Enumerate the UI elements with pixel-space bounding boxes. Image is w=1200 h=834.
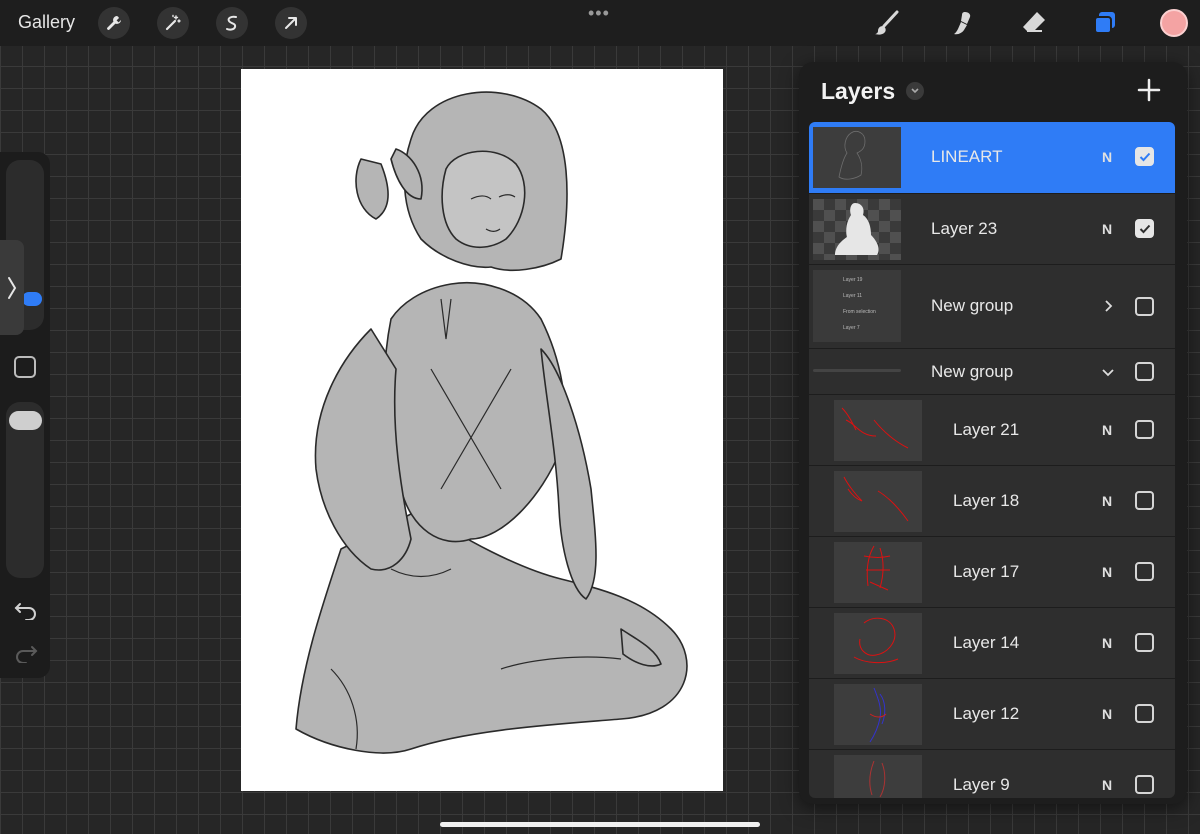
eraser-icon[interactable]	[1016, 6, 1050, 40]
layer-row-21[interactable]: Layer 21 N	[809, 395, 1175, 465]
layers-icon[interactable]	[1088, 6, 1122, 40]
visibility-checkbox[interactable]	[1135, 147, 1154, 166]
chevron-right-icon	[8, 276, 17, 299]
layer-row-lineart[interactable]: LINEART N	[809, 122, 1175, 193]
layer-name: Layer 18	[953, 491, 1020, 510]
visibility-checkbox[interactable]	[1135, 562, 1154, 581]
layer-thumbnail	[834, 542, 922, 603]
visibility-checkbox[interactable]	[1135, 704, 1154, 723]
plus-icon	[1137, 78, 1161, 102]
chevron-right-icon[interactable]	[1101, 299, 1115, 313]
blend-mode-button[interactable]: N	[1102, 635, 1112, 651]
visibility-checkbox[interactable]	[1135, 420, 1154, 439]
wrench-icon[interactable]	[98, 7, 130, 39]
layer-name: Layer 14	[953, 633, 1020, 652]
selection-icon[interactable]	[216, 7, 248, 39]
brush-size-handle[interactable]	[22, 292, 42, 306]
add-layer-button[interactable]	[1135, 76, 1163, 104]
transform-arrow-icon[interactable]	[275, 7, 307, 39]
redo-icon[interactable]	[14, 643, 38, 668]
blend-mode-button[interactable]: N	[1102, 493, 1112, 509]
layer-thumbnail	[834, 400, 922, 461]
modify-button[interactable]	[14, 356, 36, 378]
visibility-checkbox[interactable]	[1135, 491, 1154, 510]
layer-name: Layer 21	[953, 420, 1020, 439]
layer-name: LINEART	[931, 147, 1003, 166]
layer-name: Layer 12	[953, 704, 1020, 723]
drawing-canvas[interactable]	[241, 69, 723, 791]
layer-thumbnail	[834, 613, 922, 674]
group-thumbnail: Layer 19 Layer 11 From selection Layer 7	[813, 270, 901, 342]
layer-row-9[interactable]: Layer 9 N	[809, 750, 1175, 798]
layer-thumbnail	[834, 684, 922, 745]
blend-mode-button[interactable]: N	[1102, 564, 1112, 580]
visibility-checkbox[interactable]	[1135, 219, 1154, 238]
layer-name: Layer 23	[931, 219, 998, 238]
mini-layer-label: From selection	[843, 309, 876, 315]
mini-layer-label: Layer 11	[843, 293, 863, 299]
chevron-down-icon[interactable]	[906, 82, 924, 100]
brush-icon[interactable]	[869, 6, 903, 40]
layer-thumbnail	[834, 755, 922, 798]
group-divider	[813, 369, 901, 372]
home-indicator[interactable]	[440, 822, 760, 827]
visibility-checkbox[interactable]	[1135, 775, 1154, 794]
visibility-checkbox[interactable]	[1135, 362, 1154, 381]
layer-thumbnail	[813, 127, 901, 188]
blend-mode-button[interactable]: N	[1102, 706, 1112, 722]
group-name: New group	[931, 296, 1014, 315]
color-swatch-button[interactable]	[1160, 9, 1188, 37]
layer-name: Layer 9	[953, 775, 1010, 794]
layer-row-23[interactable]: Layer 23 N	[809, 194, 1175, 264]
layer-row-18[interactable]: Layer 18 N	[809, 466, 1175, 536]
layer-row-17[interactable]: Layer 17 N	[809, 537, 1175, 607]
smudge-icon[interactable]	[945, 6, 979, 40]
lineart-illustration	[295, 91, 688, 754]
group-row-collapsed[interactable]: Layer 19 Layer 11 From selection Layer 7…	[809, 265, 1175, 348]
visibility-checkbox[interactable]	[1135, 633, 1154, 652]
mini-layer-label: Layer 7	[843, 325, 860, 331]
layers-title: Layers	[821, 78, 896, 104]
layer-list: LINEART N Layer 23 N Layer 19 Layer 11 F…	[809, 122, 1175, 798]
chevron-down-icon[interactable]	[1101, 365, 1115, 379]
checkmark-icon	[1139, 152, 1150, 161]
opacity-handle[interactable]	[9, 411, 42, 430]
blend-mode-button[interactable]: N	[1102, 422, 1112, 438]
layers-panel: Layers LINEART N Layer 23 N Layer 19 Lay…	[799, 62, 1187, 804]
mini-layer-label: Layer 19	[843, 277, 863, 283]
blend-mode-button[interactable]: N	[1102, 149, 1112, 165]
checkmark-icon	[1139, 224, 1150, 233]
undo-icon[interactable]	[14, 600, 38, 625]
magic-wand-icon[interactable]	[157, 7, 189, 39]
layer-thumbnail	[834, 471, 922, 532]
gallery-button[interactable]: Gallery	[18, 12, 75, 33]
blend-mode-button[interactable]: N	[1102, 777, 1112, 793]
sidebar-toggle-tab[interactable]	[0, 240, 24, 335]
group-name: New group	[931, 362, 1014, 381]
layer-name: Layer 17	[953, 562, 1020, 581]
group-row-expanded[interactable]: New group	[809, 349, 1175, 394]
layer-thumbnail	[813, 199, 901, 260]
blend-mode-button[interactable]: N	[1102, 221, 1112, 237]
layer-row-14[interactable]: Layer 14 N	[809, 608, 1175, 678]
layer-row-12[interactable]: Layer 12 N	[809, 679, 1175, 749]
top-toolbar: Gallery •••	[0, 0, 1200, 46]
more-options-icon[interactable]: •••	[588, 3, 610, 24]
visibility-checkbox[interactable]	[1135, 297, 1154, 316]
